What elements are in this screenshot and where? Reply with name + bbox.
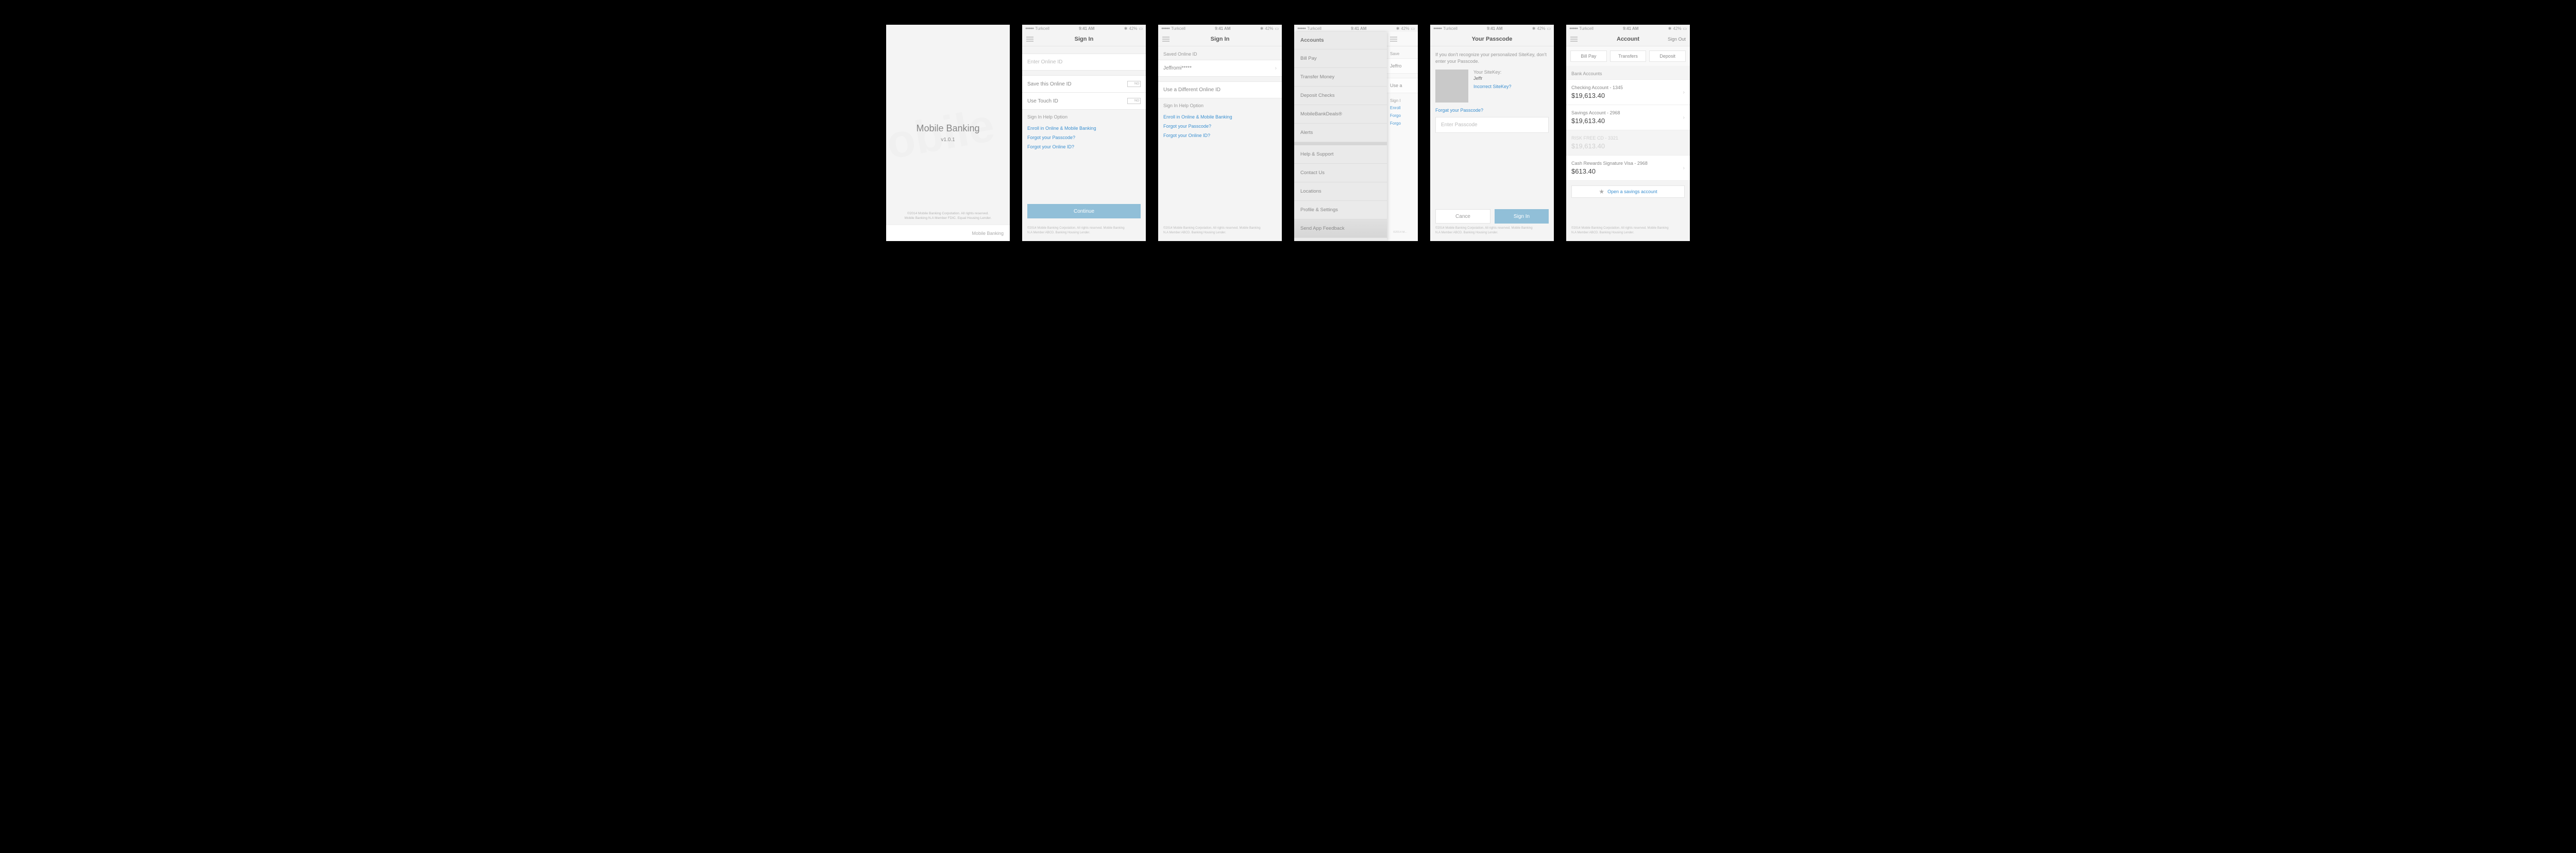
page-title: Sign In	[1211, 36, 1230, 42]
bluetooth-icon: ✱	[1668, 26, 1672, 31]
accounts-section-header: Bank Accounts	[1566, 66, 1690, 79]
drawer-item-billpay[interactable]: Bill Pay	[1294, 49, 1387, 68]
status-bar: ●●●●●Turkcell 9:41 AM ✱42%▭	[1430, 25, 1554, 32]
splash-legal: ©2014 Mobile Banking Corpotation. All ri…	[886, 211, 1010, 220]
passcode-note: If you don't recognize your personalized…	[1435, 52, 1549, 64]
chevron-right-icon: ›	[1683, 90, 1685, 95]
enroll-link[interactable]: Enroll in Online & Mobile Banking	[1163, 112, 1277, 122]
drawer-item-help[interactable]: Help & Support	[1294, 142, 1387, 164]
battery-icon: ▭	[1275, 26, 1279, 31]
forgot-passcode-link[interactable]: Forgat your Passcode?	[1435, 108, 1549, 113]
open-savings-button[interactable]: ★ Open a savings account	[1571, 185, 1685, 198]
drawer-item-feedback[interactable]: Send App Feedback	[1294, 219, 1387, 238]
bluetooth-icon: ✱	[1532, 26, 1536, 31]
tabbar-label: Mobile Banking	[972, 231, 1004, 236]
drawer-item-deposit[interactable]: Deposit Checks	[1294, 87, 1387, 105]
legal-footer: ©2014 Mobile Banking Corpotation. All ri…	[1022, 223, 1146, 238]
sitekey-name: Jeffr	[1473, 76, 1512, 81]
drawer-header: Accounts	[1294, 32, 1387, 49]
splash-tabbar: Mobile Banking	[886, 225, 1010, 241]
continue-button[interactable]: Continue	[1027, 204, 1141, 218]
legal-footer: ©2014 Mobile Banking Corpotation. All ri…	[1566, 223, 1690, 238]
navbar: Sign In	[1158, 32, 1282, 46]
seg-deposit[interactable]: Deposit	[1649, 50, 1686, 62]
screen-drawer: ●●●●●Turkcell 9:41 AM ✱42%▭ Save Jeffro …	[1294, 25, 1418, 241]
account-row[interactable]: Savings Account - 2968$19,613.40 ›	[1566, 105, 1690, 130]
status-bar: ●●●●●Turkcell 9:41 AM ✱42%▭	[1158, 25, 1282, 32]
seg-billpay[interactable]: Bill Pay	[1570, 50, 1607, 62]
forgot-passcode-link[interactable]: Forgot your Passcode?	[1163, 122, 1277, 131]
save-id-toggle-row[interactable]: Save this Online IDNO	[1022, 75, 1146, 93]
legal-footer: ©2014 M...	[1388, 228, 1417, 238]
bluetooth-icon: ✱	[1124, 26, 1128, 31]
signin-button[interactable]: Sign In	[1495, 209, 1549, 224]
legal-footer: ©2014 Mobile Banking Corpotation. All ri…	[1158, 223, 1282, 238]
drawer-item-profile[interactable]: Profile & Settings	[1294, 201, 1387, 219]
enroll-link[interactable]: Enroll in Online & Mobile Banking	[1027, 124, 1141, 133]
legal-footer: ©2014 Mobile Banking Corpotation. All ri…	[1430, 223, 1554, 238]
sitekey-label: Your SiteKey:	[1473, 70, 1512, 75]
status-bar: ●●●●●Turkcell 9:41 AM ✱42%▭	[1566, 25, 1690, 32]
help-header: Sign In Help Option	[1022, 109, 1146, 123]
segment-row: Bill Pay Transfers Deposit	[1566, 46, 1690, 66]
passcode-input[interactable]: Enter Passcode	[1435, 117, 1549, 133]
forgot-id-link[interactable]: Forgot your Online ID?	[1163, 131, 1277, 140]
status-bar: ●●●●●Turkcell 9:41 AM ✱42%▭	[1022, 25, 1146, 32]
battery-icon: ▭	[1683, 26, 1687, 31]
account-row[interactable]: Cash Rewards Signature Visa - 2968$613.4…	[1566, 155, 1690, 181]
page-title: Your Passcode	[1472, 36, 1513, 42]
menu-icon[interactable]	[1026, 37, 1033, 42]
chevron-right-icon: ›	[1275, 65, 1277, 71]
battery-icon: ▭	[1411, 26, 1415, 31]
saved-id-header: Saved Online ID	[1158, 46, 1282, 60]
incorrect-sitekey-link[interactable]: Incorrect SiteKey?	[1473, 84, 1512, 89]
watermark: obile B	[886, 25, 1010, 241]
drawer-item-deals[interactable]: MobileBankDeals®	[1294, 105, 1387, 124]
page-title: Sign In	[1075, 36, 1094, 42]
drawer-item-alerts[interactable]: Alerts	[1294, 124, 1387, 142]
use-different-id-row[interactable]: Use a Different Online ID	[1158, 81, 1282, 98]
menu-icon[interactable]	[1390, 37, 1397, 42]
toggle-off[interactable]: NO	[1127, 81, 1141, 87]
page-title: Account	[1617, 36, 1639, 42]
cancel-button[interactable]: Cance	[1435, 209, 1490, 224]
chevron-right-icon: ›	[1683, 165, 1685, 171]
underlay: Save Jeffro Use a Sign I Enroll Forgo Fo…	[1387, 32, 1418, 241]
drawer-item-transfer[interactable]: Transfer Money	[1294, 68, 1387, 87]
menu-icon[interactable]	[1162, 37, 1170, 42]
toggle-off[interactable]: NO	[1127, 98, 1141, 104]
sitekey-block: Your SiteKey: Jeffr Incorrect SiteKey?	[1435, 70, 1549, 103]
battery-icon: ▭	[1139, 26, 1143, 31]
navbar: Account Sign Out	[1566, 32, 1690, 46]
navbar: Your Passcode	[1430, 32, 1554, 46]
seg-transfers[interactable]: Transfers	[1610, 50, 1647, 62]
menu-icon[interactable]	[1570, 37, 1578, 42]
drawer-item-locations[interactable]: Locations	[1294, 182, 1387, 201]
screen-signin-saved: ●●●●●Turkcell 9:41 AM ✱42%▭ Sign In Save…	[1158, 25, 1282, 241]
navbar: Sign In	[1022, 32, 1146, 46]
account-row-disabled: RISK FREE CD - 3321$19,613.40	[1566, 130, 1690, 156]
battery-icon: ▭	[1547, 26, 1551, 31]
splash-body: obile B Mobile Banking v1.0.1 ©2014 Mobi…	[886, 25, 1010, 241]
drawer-item-contact[interactable]: Contact Us	[1294, 164, 1387, 182]
help-header: Sign In Help Option	[1158, 98, 1282, 111]
bluetooth-icon: ✱	[1396, 26, 1400, 31]
signout-button[interactable]: Sign Out	[1668, 37, 1686, 42]
star-icon: ★	[1599, 188, 1604, 195]
sitekey-image	[1435, 70, 1468, 103]
screen-splash: ●●●●●Turkcell 9:41 AM ✱42%▭ obile B Mobi…	[886, 25, 1010, 241]
touch-id-toggle-row[interactable]: Use Touch IDNO	[1022, 92, 1146, 110]
forgot-passcode-link[interactable]: Forgot your Passcode?	[1027, 133, 1141, 142]
screen-signin: ●●●●●Turkcell 9:41 AM ✱42%▭ Sign In Ente…	[1022, 25, 1146, 241]
screen-accounts: ●●●●●Turkcell 9:41 AM ✱42%▭ Account Sign…	[1566, 25, 1690, 241]
account-row[interactable]: Checking Account - 1345$19,613.40 ›	[1566, 79, 1690, 105]
online-id-input[interactable]: Enter Online ID	[1022, 54, 1146, 71]
nav-drawer: Accounts Bill Pay Transfer Money Deposit…	[1294, 32, 1387, 241]
status-bar: ●●●●●Turkcell 9:41 AM ✱42%▭	[1294, 25, 1418, 32]
screen-passcode: ●●●●●Turkcell 9:41 AM ✱42%▭ Your Passcod…	[1430, 25, 1554, 241]
saved-id-row[interactable]: Jeffromi*****›	[1158, 60, 1282, 77]
forgot-id-link[interactable]: Forgot your Online ID?	[1027, 142, 1141, 151]
bluetooth-icon: ✱	[1260, 26, 1264, 31]
chevron-right-icon: ›	[1683, 115, 1685, 121]
